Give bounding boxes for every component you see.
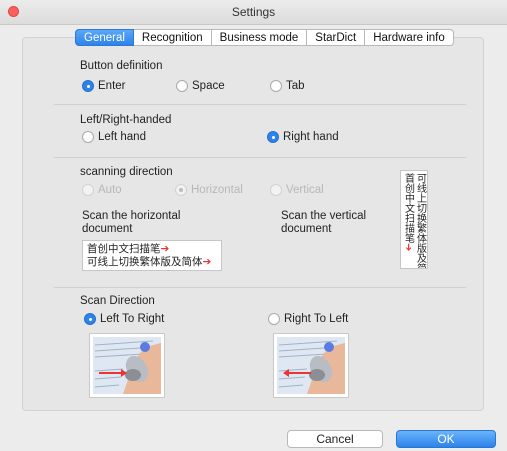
- arrow-down-icon: ➔: [402, 243, 414, 252]
- radio-indicator: [176, 80, 188, 92]
- radio-indicator: [84, 313, 96, 325]
- horizontal-sample-image: 首创中文扫描笔➔ 可线上切换繁体版及简体➔: [82, 240, 222, 271]
- radio-right-hand[interactable]: Right hand: [267, 131, 339, 143]
- radio-right-to-left[interactable]: Right To Left: [268, 313, 348, 325]
- scan-direction-title: Scan Direction: [80, 295, 155, 307]
- radio-indicator: [270, 80, 282, 92]
- tab-bar: General Recognition Business mode StarDi…: [75, 29, 454, 46]
- radio-indicator: [82, 184, 94, 196]
- radio-space[interactable]: Space: [176, 80, 225, 92]
- radio-tab[interactable]: Tab: [270, 80, 305, 92]
- scan-pen-illustration: [93, 337, 161, 394]
- right-to-left-scan-photo: [273, 333, 349, 398]
- radio-auto-label: Auto: [98, 184, 122, 196]
- radio-right-hand-label: Right hand: [283, 131, 339, 143]
- title-bar: Settings: [0, 0, 507, 25]
- sample-line-2: 可线上切换繁体版及简体: [87, 256, 203, 268]
- left-to-right-scan-photo: [89, 333, 165, 398]
- radio-left-to-right-label: Left To Right: [100, 313, 165, 325]
- arrow-right-icon: ➔: [202, 256, 212, 268]
- radio-right-to-left-label: Right To Left: [284, 313, 349, 325]
- radio-indicator: [270, 184, 282, 196]
- radio-enter[interactable]: Enter: [82, 80, 126, 92]
- sample-line-1: 首创中文扫描笔: [87, 243, 161, 255]
- section-divider: [54, 104, 466, 105]
- arrow-right-icon: ➔: [160, 243, 170, 255]
- tab-general[interactable]: General: [75, 29, 134, 46]
- radio-vertical-label: Vertical: [286, 184, 324, 196]
- tab-business-mode[interactable]: Business mode: [211, 29, 308, 46]
- vertical-sample-image: 首创中文扫描笔➔ 可线上切换繁体版及简体➔: [400, 170, 428, 269]
- radio-vertical[interactable]: Vertical: [270, 184, 324, 196]
- radio-space-label: Space: [192, 80, 225, 92]
- scanning-direction-title: scanning direction: [80, 166, 173, 178]
- radio-left-to-right[interactable]: Left To Right: [84, 313, 164, 325]
- radio-indicator: [268, 313, 280, 325]
- tab-stardict[interactable]: StarDict: [307, 29, 366, 46]
- radio-horizontal-label: Horizontal: [191, 184, 243, 196]
- sample-column-1: 首创中文扫描笔: [402, 173, 414, 243]
- vertical-scan-caption: Scan the vertical document: [281, 210, 367, 235]
- radio-left-hand-label: Left hand: [98, 131, 146, 143]
- radio-indicator: [82, 131, 94, 143]
- scan-pen-illustration: [277, 337, 345, 394]
- tab-recognition[interactable]: Recognition: [133, 29, 212, 46]
- radio-tab-label: Tab: [286, 80, 305, 92]
- radio-enter-label: Enter: [98, 80, 126, 92]
- ok-button[interactable]: OK: [396, 430, 496, 448]
- radio-left-hand[interactable]: Left hand: [82, 131, 146, 143]
- horizontal-scan-caption: Scan the horizontal document: [82, 210, 181, 235]
- radio-horizontal[interactable]: Horizontal: [175, 184, 243, 196]
- tab-hardware-info[interactable]: Hardware info: [365, 29, 454, 46]
- button-definition-title: Button definition: [80, 60, 163, 72]
- handedness-title: Left/Right-handed: [80, 114, 172, 126]
- radio-indicator: [267, 131, 279, 143]
- radio-indicator: [82, 80, 94, 92]
- settings-window: Settings General Recognition Business mo…: [0, 0, 507, 451]
- section-divider: [54, 157, 466, 158]
- sample-column-2: 可线上切换繁体版及简体: [414, 173, 426, 269]
- window-title: Settings: [231, 5, 276, 19]
- radio-auto[interactable]: Auto: [82, 184, 122, 196]
- cancel-button[interactable]: Cancel: [287, 430, 383, 448]
- radio-indicator: [175, 184, 187, 196]
- section-divider: [54, 287, 466, 288]
